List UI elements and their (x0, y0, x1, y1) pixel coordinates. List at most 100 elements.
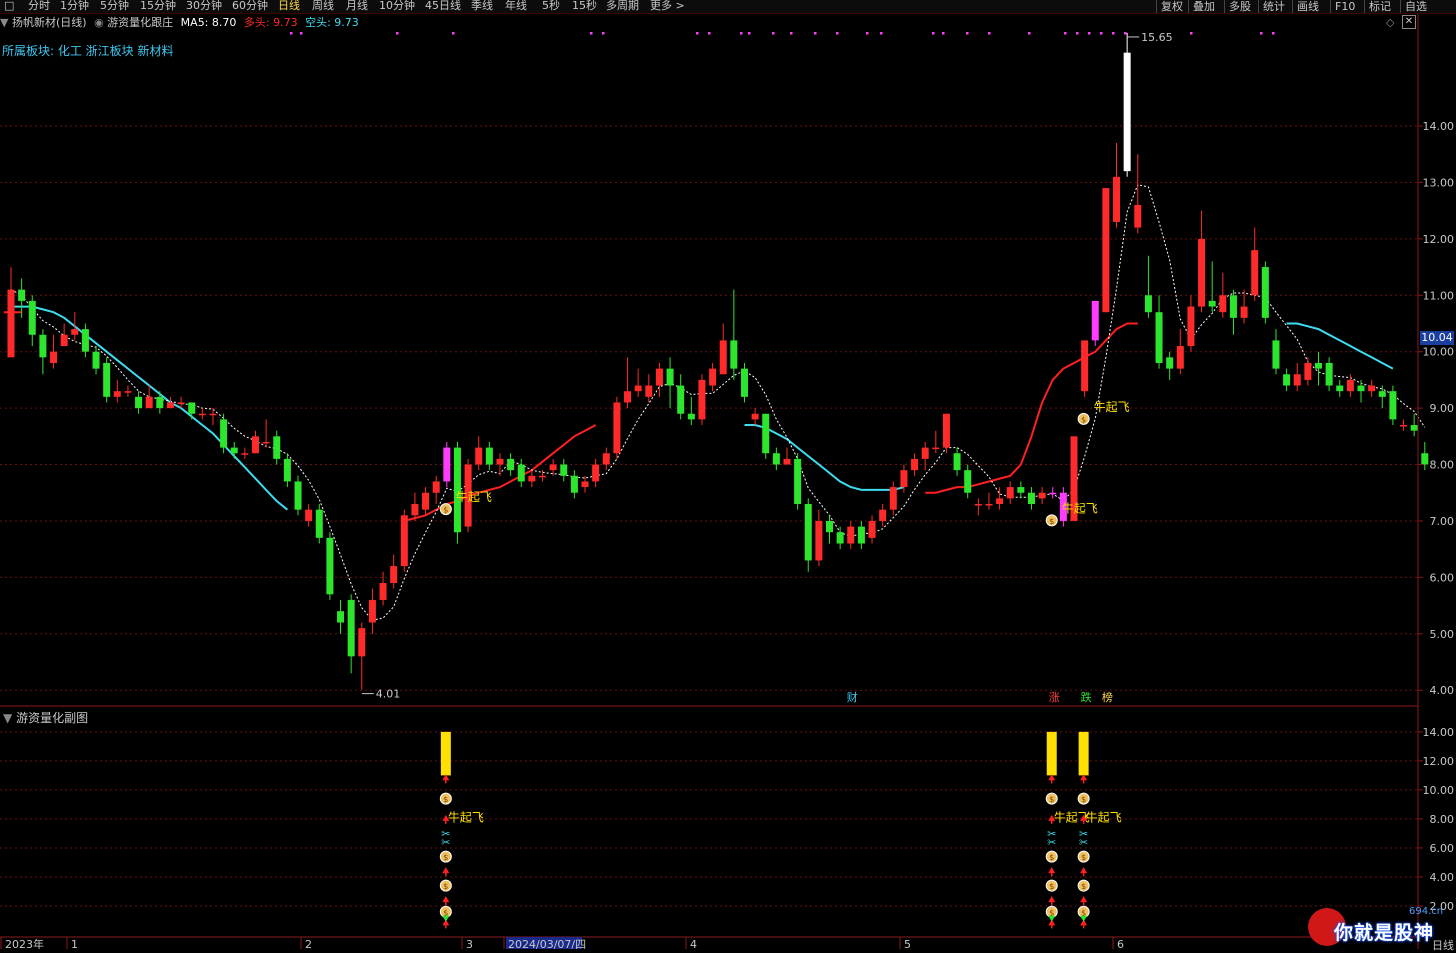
candle-body (942, 413, 950, 448)
signal-label: 牛起飞 (456, 489, 492, 504)
candle-body (549, 464, 557, 471)
diamond-icon[interactable]: ◇ (1386, 16, 1394, 29)
candle-body (337, 611, 345, 623)
top-marker-dot (880, 32, 883, 35)
candle-body (1251, 250, 1259, 296)
candle-body (1325, 362, 1333, 386)
candles (7, 32, 1429, 690)
toolbar-button[interactable]: 统计 (1258, 0, 1289, 13)
ma5-value: MA5: 8.70 (180, 16, 237, 29)
high-label: 15.65 (1141, 31, 1173, 44)
top-marker-dot (1088, 32, 1091, 35)
collapse-icon[interactable]: ▼ (0, 16, 8, 29)
candle-body (7, 289, 15, 358)
candle-body (283, 458, 291, 482)
top-marker-dot (696, 32, 699, 35)
period-tab[interactable]: 45日线 (425, 0, 461, 12)
candle-body (698, 379, 706, 420)
y-tick-label: 7.00 (1430, 515, 1455, 528)
candle-body (198, 413, 206, 416)
candle-body (432, 481, 440, 493)
toolbar-button[interactable]: 画线 (1292, 0, 1323, 13)
candle-body (496, 458, 504, 465)
settings-icon[interactable]: ◉ (94, 16, 104, 29)
y-tick-label: 8.00 (1430, 459, 1455, 472)
candle-body (974, 504, 982, 506)
top-marker-dot (1190, 32, 1193, 35)
candle-body (390, 566, 398, 584)
period-tab[interactable]: 10分钟 (379, 0, 415, 12)
y-tick-label: 11.00 (1423, 289, 1455, 302)
watermark-url: 694.cn (1409, 906, 1444, 917)
period-tab[interactable]: 日线 (278, 0, 300, 12)
sub-chart-title: ▼ 游资量化副图 (3, 709, 88, 726)
signal-bar (1046, 731, 1057, 776)
toolbar-button[interactable]: 自选 (1400, 0, 1431, 13)
candle-body (911, 458, 919, 471)
moving-averages (4, 184, 1426, 621)
candle-body (422, 492, 430, 510)
candle-body (124, 391, 132, 393)
candle-body (719, 340, 727, 375)
candle-body (677, 385, 685, 414)
candle-body (1283, 374, 1291, 386)
window-icon[interactable]: □ (4, 0, 14, 12)
candle-body (81, 329, 89, 352)
candle-body (1304, 362, 1312, 380)
candle-body (794, 458, 802, 505)
top-marker-dot (836, 32, 839, 35)
toolbar-button[interactable]: F10 (1330, 0, 1359, 13)
candle-body (1378, 391, 1386, 397)
candle-body (1102, 188, 1110, 313)
toolbar-button[interactable]: 标记 (1364, 0, 1395, 13)
top-marker-dot (932, 32, 935, 35)
period-tab[interactable]: 年线 (505, 0, 527, 12)
top-marker-dot (708, 32, 711, 35)
period-tab[interactable]: 分时 (28, 0, 50, 12)
down-arrow-icon (1080, 915, 1088, 922)
sub-y-tick-label: 8.00 (1430, 813, 1455, 826)
top-marker-dot (1272, 32, 1275, 35)
candle-body (71, 329, 79, 335)
candle-body (730, 340, 738, 369)
toolbar-button[interactable]: 多股 (1224, 0, 1255, 13)
x-tick-label: 4 (690, 938, 697, 949)
period-tab[interactable]: 季线 (471, 0, 493, 12)
candlestick-chart[interactable]: 15.654.01$牛起飞$牛起飞$牛起飞财涨跌榜 2.004.006.008.… (0, 0, 1456, 949)
period-tab[interactable]: 15分钟 (140, 0, 176, 12)
money-bag-symbol: $ (1049, 517, 1054, 526)
close-icon[interactable]: ✕ (1402, 15, 1416, 29)
event-marker: 涨 (1049, 691, 1060, 704)
period-tab[interactable]: 1分钟 (60, 0, 89, 12)
candle-body (666, 368, 674, 386)
signal-bar (440, 731, 451, 776)
candle-body (475, 447, 483, 465)
period-tab[interactable]: 30分钟 (186, 0, 222, 12)
stock-name: 扬帆新材(日线) (11, 16, 87, 29)
candle-body (1389, 391, 1397, 420)
collapse-icon[interactable]: ▼ (3, 711, 12, 725)
candle-body (687, 413, 695, 420)
period-tab[interactable]: 60分钟 (232, 0, 268, 12)
period-tab[interactable]: 月线 (346, 0, 368, 12)
down-arrow-icon (442, 915, 450, 922)
top-marker-dot (866, 32, 869, 35)
period-tab[interactable]: 周线 (312, 0, 334, 12)
candle-body (347, 599, 355, 657)
period-tab[interactable]: 5秒 (542, 0, 560, 12)
period-tab[interactable]: 5分钟 (100, 0, 129, 12)
candle-body (709, 368, 717, 386)
candle-body (177, 402, 185, 404)
candle-body (1314, 362, 1322, 369)
money-bag-symbol: $ (443, 506, 448, 515)
period-tab[interactable]: 15秒 (572, 0, 597, 12)
period-tab[interactable]: 多周期 (606, 0, 639, 12)
sub-signal-label: 牛起飞 (1086, 809, 1122, 824)
candle-body (262, 441, 270, 444)
toolbar-button[interactable]: 复权 (1156, 0, 1187, 13)
candle-body (209, 413, 217, 416)
candle-body (762, 413, 770, 454)
candle-body (613, 402, 621, 454)
period-tab[interactable]: 更多 > (650, 0, 685, 12)
toolbar-button[interactable]: 叠加 (1188, 0, 1219, 13)
